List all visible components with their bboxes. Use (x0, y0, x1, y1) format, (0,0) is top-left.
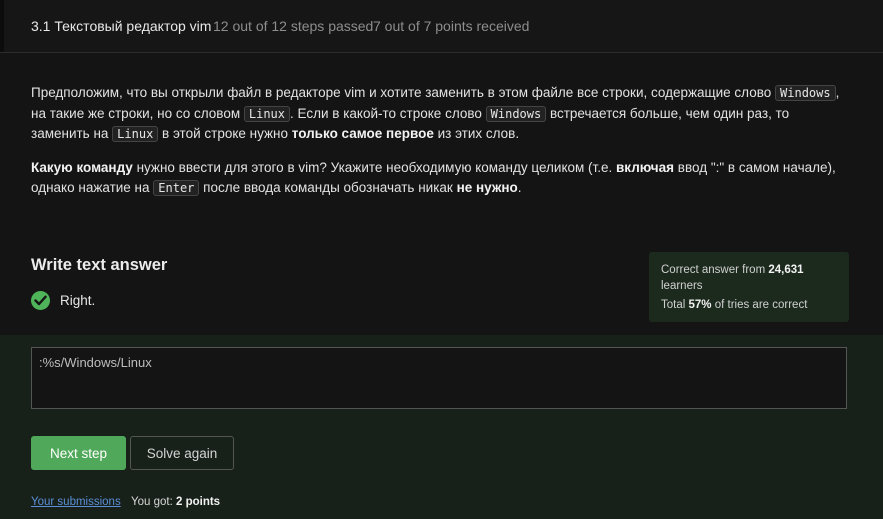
solve-again-button[interactable]: Solve again (130, 436, 234, 470)
question-emphasis: включая (616, 159, 675, 175)
code-windows: Windows (775, 85, 836, 101)
your-submissions-link[interactable]: Your submissions (31, 496, 121, 508)
step-text: Предположим, что вы открыли файл в редак… (31, 83, 846, 212)
code-windows: Windows (485, 105, 547, 122)
score-label: You got: (131, 496, 176, 508)
task-text: . Если в какой-то строке слово (290, 105, 486, 121)
step-header: 3.1 Текстовый редактор vim 12 out of 12 … (0, 0, 883, 53)
points-progress: 7 out of 7 points received (373, 18, 530, 34)
answer-area: :%s/Windows/Linux Next step Solve again … (0, 335, 883, 519)
code-linux: Linux (112, 126, 159, 142)
code-linux: Linux (243, 105, 290, 122)
question-paragraph: Какую команду нужно ввести для этого в v… (31, 158, 846, 199)
score-points: 2 points (175, 496, 221, 508)
answer-textarea[interactable]: :%s/Windows/Linux (31, 347, 847, 409)
answer-stats: Correct answer from 24,631 learners Tota… (649, 252, 849, 322)
stats-correct-line: Correct answer from 24,631 (661, 264, 804, 276)
task-emphasis: только самое первое (291, 126, 434, 141)
steps-progress: 12 out of 12 steps passed (213, 18, 374, 34)
status-text: Right. (60, 292, 96, 308)
task-paragraph: Предположим, что вы открыли файл в редак… (31, 83, 846, 145)
correct-percent: 57% (688, 299, 712, 311)
learners-count: 24,631 (768, 264, 804, 276)
stats-total-line: Total 57% of tries are correct (661, 299, 807, 311)
code-enter: Enter (153, 180, 200, 196)
lesson-title[interactable]: 3.1 Текстовый редактор vim (31, 18, 211, 34)
answer-title: Write text answer (31, 256, 168, 274)
score-text: You got: 2 points (131, 496, 220, 508)
stats-label: Total (661, 299, 689, 311)
question-text: после ввода команды обозначать никак (199, 180, 457, 195)
task-text: из этих слов. (433, 126, 520, 141)
next-step-button[interactable]: Next step (31, 436, 126, 470)
question-text: . (517, 180, 522, 195)
stats-learners-label: learners (661, 280, 703, 292)
task-text: в этой строке нужно (158, 126, 292, 141)
header-edge (0, 0, 4, 52)
question-emphasis: Какую команду (31, 159, 133, 175)
check-circle-icon (31, 290, 50, 310)
answer-status: Right. (31, 290, 95, 310)
stats-label: Correct answer from (661, 264, 769, 276)
question-text: нужно ввести для этого в vim? Укажите не… (132, 159, 616, 175)
task-text: Предположим, что вы открыли файл в редак… (31, 85, 776, 100)
question-emphasis: не нужно (456, 180, 518, 195)
stats-label: of tries are correct (711, 299, 808, 311)
